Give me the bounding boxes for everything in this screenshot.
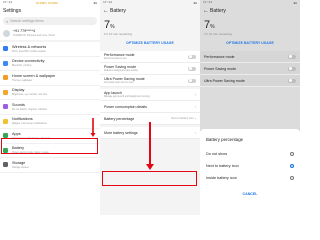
battery-percentage-dialog: Battery percentage Do not show Next to ba…: [200, 129, 300, 215]
red-arrow-icon: [146, 122, 154, 170]
dialog-option-label: Inside battery icon: [206, 176, 237, 180]
back-arrow-icon[interactable]: ←: [203, 8, 210, 14]
radio-button[interactable]: [289, 151, 294, 157]
dialog-title: Battery percentage: [206, 137, 244, 142]
battery-option-row[interactable]: Power Saving mode: [200, 63, 300, 75]
radio-button[interactable]: [289, 163, 294, 169]
optimize-button[interactable]: OPTIMIZE BATTERY USAGE: [208, 41, 292, 47]
cancel-button[interactable]: CANCEL: [206, 192, 294, 196]
battery-option-row[interactable]: Ultra Power Saving mode: [200, 75, 300, 87]
battery-option-row[interactable]: Performance mode: [200, 51, 300, 63]
page-title: Battery: [210, 7, 226, 14]
toggle-switch[interactable]: [288, 78, 296, 83]
status-icons: ▮▮: [293, 2, 297, 5]
battery-option-label: Performance mode: [204, 54, 235, 59]
red-arrow-icon: [90, 118, 96, 137]
radio-button[interactable]: [289, 175, 294, 181]
dialog-option-do-not-show[interactable]: Do not show: [206, 148, 294, 160]
dialog-option-inside-battery-icon[interactable]: Inside battery icon: [206, 172, 294, 184]
remaining-time: 2 h 10 min remaining: [204, 32, 233, 36]
status-time: 17:14: [203, 1, 213, 4]
toggle-switch[interactable]: [288, 66, 296, 71]
battery-options: Performance mode Power Saving mode Ultra P…: [200, 51, 300, 87]
battery-percentage-dialog-screen: 17:14 ▮▮ ← Battery 7% 2 h 10 min remaini…: [200, 0, 300, 215]
battery-percent: 7%: [200, 16, 300, 32]
dialog-option-next-to-battery-icon[interactable]: Next to battery icon: [206, 160, 294, 172]
battery-option-label: Ultra Power Saving mode: [204, 78, 245, 83]
battery-percent-unit: %: [210, 24, 215, 30]
battery-option-label: Power Saving mode: [204, 66, 237, 71]
toggle-switch[interactable]: [288, 54, 296, 59]
dialog-option-label: Next to battery icon: [206, 164, 239, 168]
settings-screen: 17:14 ▮▮ GIZMO CHINA Settings ⌕ Search s…: [0, 0, 100, 215]
battery-screen: 17:14 ▮▮ ← Battery 7% 2 h 10 min remaini…: [100, 0, 200, 215]
app-bar: ← Battery: [200, 5, 300, 16]
dialog-option-label: Do not show: [206, 152, 228, 156]
